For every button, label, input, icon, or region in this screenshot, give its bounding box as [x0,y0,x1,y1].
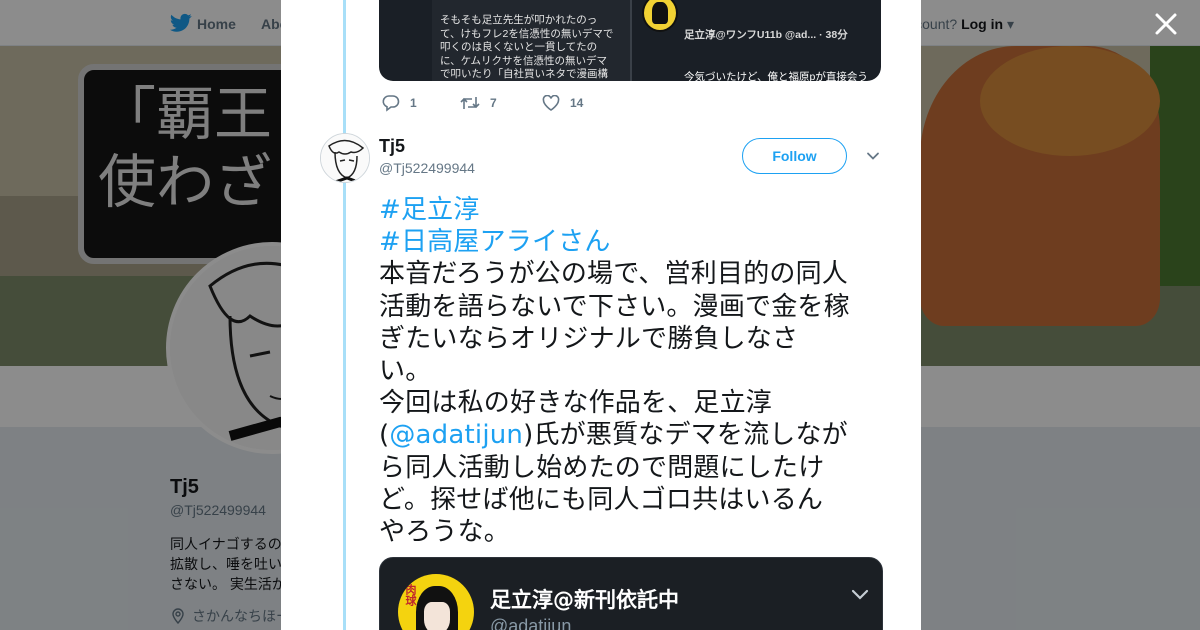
tweet-text-line: やろうな。 [379,517,511,548]
tweet-text-line: 本音だろうが公の場で、営利目的の同人 [379,259,849,290]
retweet-action[interactable]: 7 [460,93,497,113]
quoted-author-avatar: 肉球 [398,574,474,630]
tweet-text-line: 今回は私の好きな作品を、足立淳 [379,388,773,419]
quoted-chevron-down-icon [851,589,869,600]
media-avatar [642,0,678,32]
reply-count: 1 [410,96,417,110]
reply-action[interactable]: 1 [382,93,417,113]
close-icon[interactable] [1152,10,1180,38]
tweet-text-line: ら同人活動し始めたので問題にしたけ [379,452,825,483]
media-divider [630,0,632,81]
media-screenshot-right-header: 足立淳@ワンフU11b @ad... · 38分 [684,29,848,41]
reply-icon [382,95,400,112]
tweet-text-line: ぎたいならオリジナルで勝負しなさ [379,323,799,354]
tweet-author-avatar[interactable] [320,133,370,183]
tweet-author-name[interactable]: Tj5 [379,136,405,157]
tweet-text-fragment: )氏が悪質なデマを流しなが [523,420,848,451]
tweet-permalink-modal: そもそも足立先生が叩かれたのっ て、けもフレ2を信憑性の無いデマで 叩くのは良く… [281,0,921,630]
tweet-text-line-with-mention: (@adatijun)氏が悪質なデマを流しなが [379,419,889,451]
media-screenshot-left-text: そもそも足立先生が叩かれたのっ て、けもフレ2を信憑性の無いデマで 叩くのは良く… [432,0,630,81]
retweet-icon [460,97,480,109]
heart-icon [542,95,560,111]
tweet-text-line: い。 [379,356,432,387]
embedded-tweet-screenshot[interactable]: 肉球 足立淳@新刊依託中 @adatijun [379,557,883,630]
mention-adatijun[interactable]: @adatijun [389,420,523,450]
retweet-count: 7 [490,96,497,110]
tweet-author-avatar-drawing [321,134,369,182]
like-action[interactable]: 14 [542,93,583,113]
paren-open: ( [379,420,390,451]
previous-tweet-media[interactable]: そもそも足立先生が叩かれたのっ て、けもフレ2を信憑性の無いデマで 叩くのは良く… [379,0,881,81]
like-count: 14 [570,96,584,110]
hashtag-adachi-jun[interactable]: #足立淳 [379,194,889,226]
tweet-text-line: ど。探せば他にも同人ゴロ共はいるん [379,484,824,515]
tweet-text: #足立淳 #日高屋アライさん 本音だろうが公の場で、営利目的の同人 活動を語らな… [379,194,889,548]
quoted-author-name: 足立淳@新刊依託中 [490,588,679,612]
media-screenshot-right-text: 今気づいたけど、俺と福原pが直接会う のが、一番良いんじゃないか？ 俺がや りた… [684,71,868,81]
quoted-author-handle: @adatijun [490,616,572,630]
chevron-down-icon[interactable] [865,148,881,164]
media-screenshot-right: 足立淳@ワンフU11b @ad... · 38分 今気づいたけど、俺と福原pが直… [684,0,881,81]
quoted-avatar-face [424,602,450,630]
tweet-author-handle[interactable]: @Tj522499944 [379,160,475,176]
follow-button[interactable]: Follow [742,138,847,174]
conversation-thread-line [343,0,346,630]
quoted-avatar-tag: 肉球 [404,584,417,606]
hashtag-hidakaya-arai[interactable]: #日高屋アライさん [379,226,889,258]
tweet-text-line: 活動を語らないで下さい。漫画で金を稼 [379,291,850,322]
